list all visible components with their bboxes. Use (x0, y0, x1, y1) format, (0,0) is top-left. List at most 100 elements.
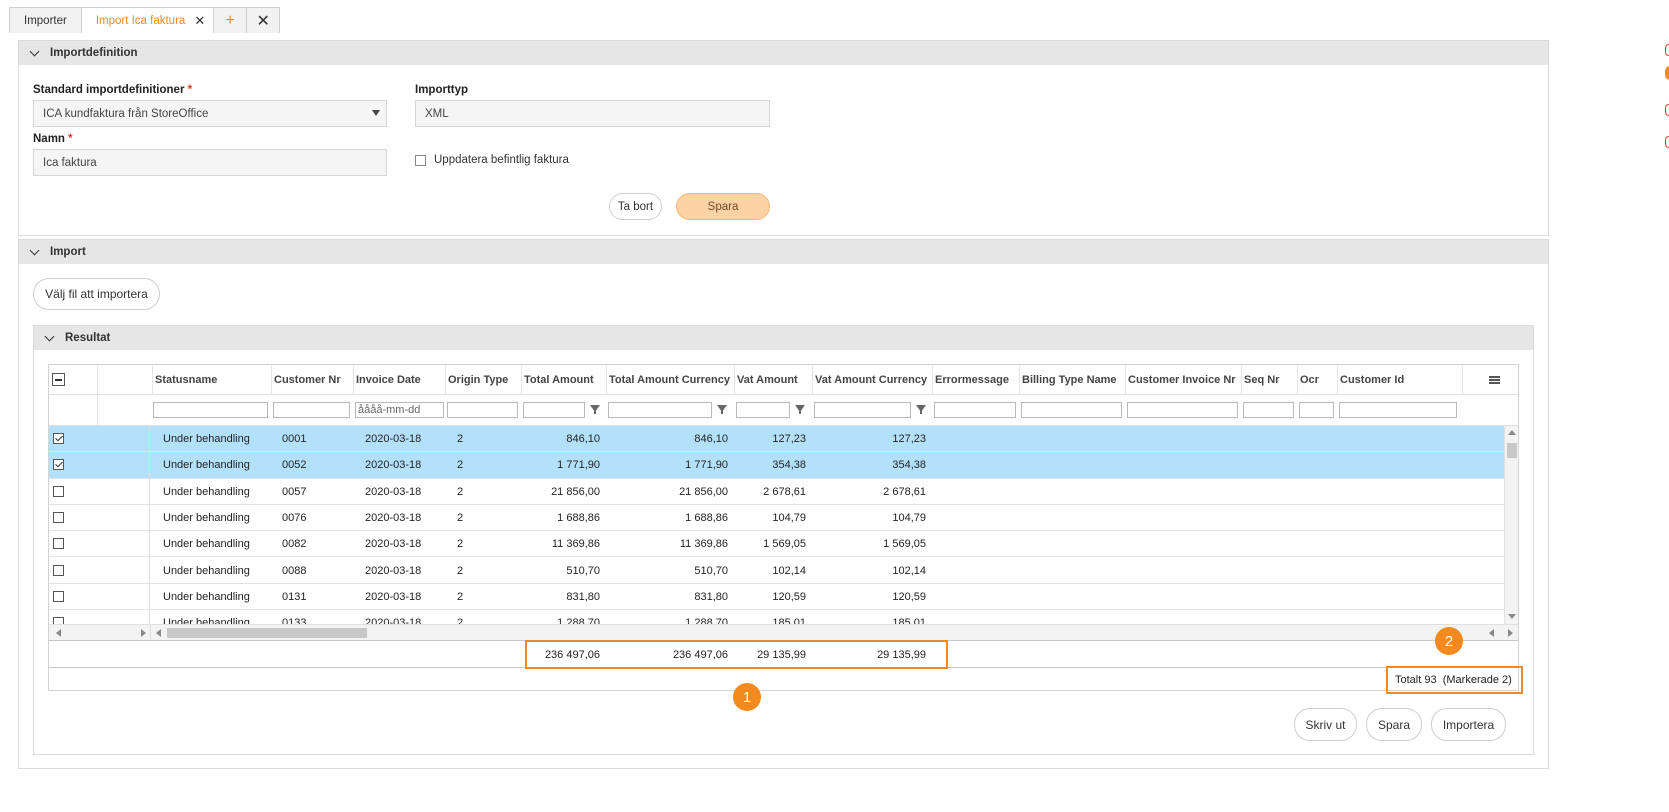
cell-statusname: Under behandling (163, 590, 250, 603)
row-checkbox[interactable] (53, 590, 64, 602)
row-checkbox[interactable] (53, 459, 64, 471)
close-tab-icon[interactable]: ✕ (194, 13, 205, 29)
scroll-right-icon[interactable] (1508, 629, 1513, 637)
scroll-left-icon[interactable] (1489, 629, 1494, 637)
save-button[interactable]: Spara (1366, 708, 1422, 741)
cell-origin-type: 2 (457, 485, 464, 498)
filter-vat-amount[interactable] (736, 402, 790, 418)
import-header[interactable]: Import (19, 240, 1548, 264)
filter-funnel-icon[interactable] (916, 405, 926, 414)
header-customer-id[interactable]: Customer Id (1337, 365, 1463, 395)
vertical-scrollbar[interactable] (1504, 426, 1518, 624)
select-all-checkbox[interactable] (52, 373, 65, 386)
cell-vat-amount-currency: 120,59 (892, 590, 926, 603)
header-billing-type-name[interactable]: Billing Type Name (1019, 365, 1125, 395)
cell-origin-type: 2 (457, 511, 464, 524)
cell-origin-type: 2 (457, 564, 464, 577)
save-definition-button[interactable]: Spara (676, 193, 770, 220)
close-all-tabs-icon[interactable]: ✕ (246, 7, 281, 33)
filter-total-amount-currency[interactable] (608, 402, 712, 418)
table-row[interactable]: Under behandling 0088 2020-03-18 2 510,70 510… (49, 558, 1504, 584)
header-vat-amount-currency[interactable]: Vat Amount Currency (812, 365, 932, 395)
cell-customer-nr: 0082 (282, 538, 307, 551)
filter-seq-nr[interactable] (1243, 402, 1294, 418)
filter-funnel-icon[interactable] (717, 405, 727, 414)
update-existing-label: Uppdatera befintlig faktura (434, 154, 569, 166)
header-total-amount-currency[interactable]: Total Amount Currency (606, 365, 734, 395)
filter-billing-type-name[interactable] (1021, 402, 1122, 418)
tab-importer[interactable]: Importer (9, 7, 82, 33)
header-customer-nr[interactable]: Customer Nr (271, 365, 353, 395)
scroll-right-icon[interactable] (141, 629, 146, 637)
filter-origin-type[interactable] (447, 402, 518, 418)
scroll-up-icon[interactable] (1508, 430, 1516, 435)
cell-statusname: Under behandling (163, 459, 250, 472)
header-ocr[interactable]: Ocr (1297, 365, 1337, 395)
annotation-badge-1: 1 (733, 683, 761, 711)
cell-total-amount-currency: 1 688,86 (685, 511, 728, 524)
import-button[interactable]: Importera (1431, 708, 1506, 741)
filter-funnel-icon[interactable] (590, 405, 600, 414)
cell-total-amount-currency: 1 288,70 (685, 617, 728, 624)
update-existing-invoice-option[interactable]: Uppdatera befintlig faktura (415, 154, 569, 166)
header-origin-type[interactable]: Origin Type (445, 365, 521, 395)
filter-total-amount[interactable] (523, 402, 585, 418)
cell-total-amount: 11 369,86 (551, 538, 600, 551)
tab-import-ica-faktura[interactable]: Import Ica faktura ✕ (80, 7, 215, 33)
namn-input[interactable]: Ica faktura (33, 149, 387, 176)
row-checkbox[interactable] (53, 538, 64, 550)
cell-statusname: Under behandling (163, 617, 250, 624)
column-menu-icon[interactable] (1462, 365, 1504, 395)
standard-importdefinition-select[interactable]: ICA kundfaktura från StoreOffice (33, 100, 387, 127)
filter-customer-invoice-nr[interactable] (1127, 402, 1238, 418)
print-button[interactable]: Skriv ut (1294, 708, 1357, 741)
filter-customer-nr[interactable] (273, 402, 350, 418)
header-customer-invoice-nr[interactable]: Customer Invoice Nr (1125, 365, 1241, 395)
header-seq-nr[interactable]: Seq Nr (1241, 365, 1297, 395)
header-errormessage[interactable]: Errormessage (932, 365, 1019, 395)
table-row[interactable]: Under behandling 0076 2020-03-18 2 1 688,86 1… (49, 505, 1504, 532)
table-row[interactable]: Under behandling 0131 2020-03-18 2 831,80 831… (49, 584, 1504, 611)
scroll-left-icon[interactable] (56, 629, 61, 637)
importdefinition-header[interactable]: Importdefinition (19, 41, 1548, 65)
delete-button[interactable]: Ta bort (609, 193, 662, 220)
header-invoice-date[interactable]: Invoice Date (353, 365, 445, 395)
row-checkbox[interactable] (53, 433, 64, 444)
cell-vat-amount-currency: 185,01 (892, 617, 926, 624)
horizontal-scroll-thumb[interactable] (167, 628, 367, 638)
scroll-down-icon[interactable] (1508, 614, 1516, 619)
row-checkbox[interactable] (53, 511, 64, 523)
filter-customer-id[interactable] (1339, 402, 1457, 418)
header-statusname[interactable]: Statusname (152, 365, 271, 395)
filter-funnel-icon[interactable] (795, 405, 805, 414)
header-total-amount[interactable]: Total Amount (521, 365, 606, 395)
table-row[interactable]: Under behandling 0001 2020-03-18 2 846,10 846… (49, 426, 1504, 453)
sum-highlight-box (525, 640, 948, 669)
result-header[interactable]: Resultat (34, 326, 1533, 350)
importtyp-label: Importtyp (415, 84, 469, 96)
vertical-scroll-thumb[interactable] (1507, 443, 1517, 458)
panel-title: Resultat (65, 332, 111, 344)
row-checkbox[interactable] (53, 564, 64, 576)
table-row[interactable]: Under behandling 0082 2020-03-18 2 11 369,86… (49, 531, 1504, 558)
cell-vat-amount-currency: 102,14 (892, 564, 926, 577)
filter-statusname[interactable] (153, 402, 268, 418)
horizontal-scrollbar[interactable] (49, 624, 1518, 641)
scroll-left-icon[interactable] (156, 629, 161, 637)
grid-header-row: Statusname Customer Nr Invoice Date Orig… (49, 365, 1518, 395)
table-row[interactable]: Under behandling 0057 2020-03-18 2 21 856,00… (49, 479, 1504, 505)
add-tab-icon[interactable]: + (213, 7, 248, 33)
filter-ocr[interactable] (1299, 402, 1334, 418)
choose-file-button[interactable]: Välj fil att importera (33, 278, 160, 310)
table-row[interactable]: Under behandling 0052 2020-03-18 2 1 771,90 1… (49, 452, 1504, 479)
row-checkbox[interactable] (53, 485, 64, 497)
cell-vat-amount: 2 678,61 (763, 485, 806, 498)
filter-invoice-date[interactable]: åååå-mm-dd (355, 402, 444, 418)
filter-vat-amount-currency[interactable] (814, 402, 911, 418)
header-vat-amount[interactable]: Vat Amount (734, 365, 812, 395)
update-existing-checkbox[interactable] (415, 154, 426, 166)
row-checkbox[interactable] (53, 617, 64, 624)
cell-invoice-date: 2020-03-18 (365, 459, 422, 472)
filter-errormessage[interactable] (934, 402, 1016, 418)
table-row[interactable]: Under behandling 0133 2020-03-18 2 1 288,70 1… (49, 610, 1504, 624)
